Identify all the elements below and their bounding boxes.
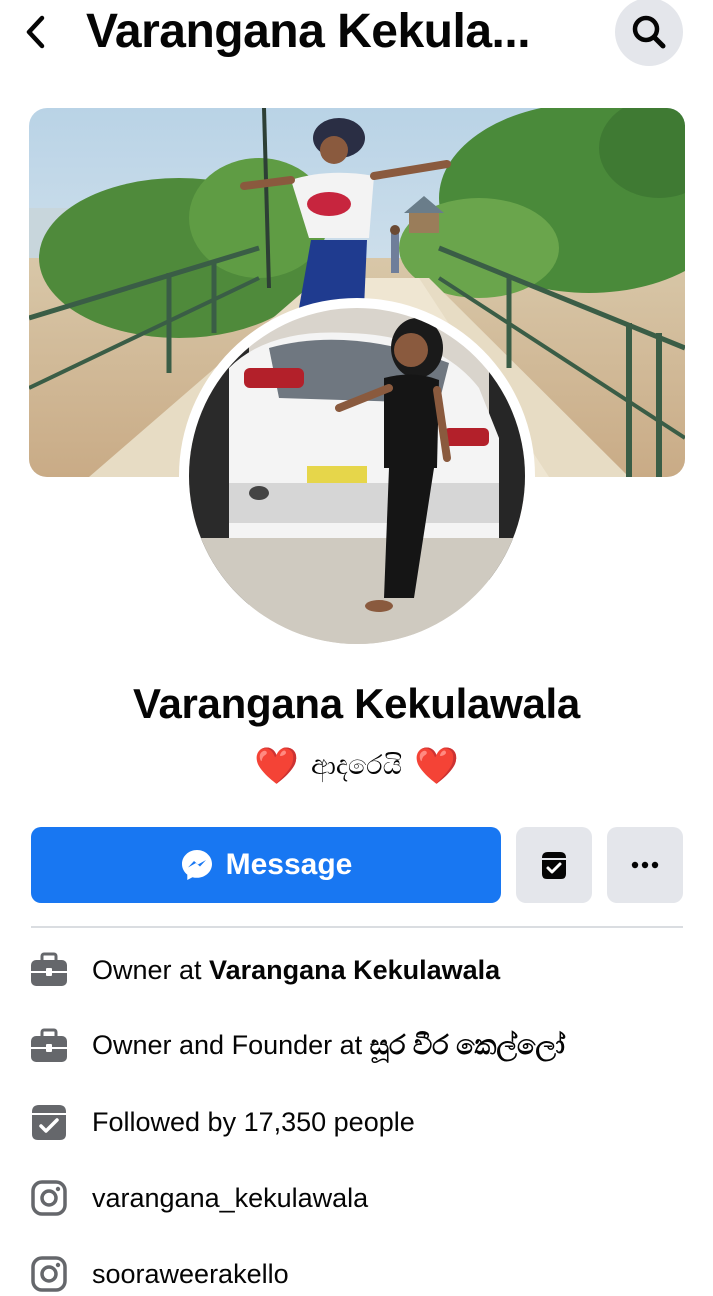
work-company[interactable]: Varangana Kekulawala (209, 955, 500, 985)
following-button[interactable] (516, 827, 592, 903)
search-button[interactable] (615, 0, 683, 66)
list-item-instagram[interactable]: sooraweerakello (29, 1252, 689, 1296)
avatar[interactable] (189, 308, 525, 644)
message-button[interactable]: Message (31, 827, 501, 903)
search-icon (632, 15, 666, 49)
message-label: Message (225, 848, 353, 881)
back-button[interactable] (18, 10, 52, 54)
instagram-icon (29, 1178, 69, 1218)
instagram-handle[interactable]: sooraweerakello (92, 1259, 289, 1289)
more-horizontal-icon (631, 861, 659, 869)
list-item-followers: Followed by 17,350 people (29, 1100, 689, 1144)
top-bar: Varangana Kekula... (0, 0, 713, 66)
work-prefix: Owner and Founder at (92, 1030, 370, 1060)
briefcase-icon (29, 1026, 69, 1066)
divider (31, 926, 683, 928)
followers-text: Followed by 17,350 people (92, 1106, 415, 1137)
briefcase-icon (29, 950, 69, 990)
list-item-work[interactable]: Owner at Varangana Kekulawala (29, 948, 689, 992)
followed-icon (29, 1102, 69, 1142)
bio-text: ආදරෙයි (311, 750, 402, 780)
heart-icon: ❤️ (254, 745, 299, 786)
page-title: Varangana Kekula... (86, 5, 531, 58)
profile-actions: Message (31, 827, 683, 903)
messenger-icon (181, 850, 212, 880)
profile-bio: ❤️ ආදරෙයි ❤️ (0, 748, 713, 784)
instagram-handle[interactable]: varangana_kekulawala (92, 1183, 368, 1213)
list-item-work[interactable]: Owner and Founder at සූර වීර කෙල්ලෝ (29, 1024, 689, 1068)
more-options-button[interactable] (607, 827, 683, 903)
list-item-instagram[interactable]: varangana_kekulawala (29, 1176, 689, 1220)
heart-icon: ❤️ (414, 745, 459, 786)
profile-name: Varangana Kekulawala (133, 680, 580, 727)
instagram-icon (29, 1254, 69, 1294)
work-prefix: Owner at (92, 954, 210, 985)
work-company[interactable]: සූර වීර කෙල්ලෝ (370, 1030, 565, 1060)
chevron-left-icon (26, 15, 45, 49)
following-icon (542, 852, 566, 879)
